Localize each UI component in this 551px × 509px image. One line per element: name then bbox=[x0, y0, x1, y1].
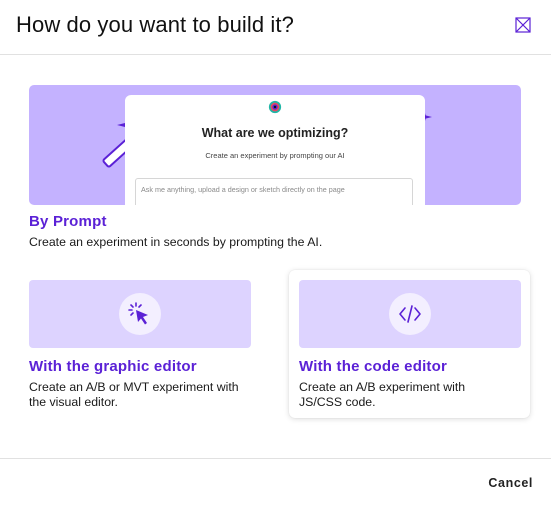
code-editor-icon-badge bbox=[389, 293, 431, 335]
code-editor-description-line-2: JS/CSS code. bbox=[299, 395, 376, 409]
graphic-editor-description-line-1: Create an A/B or MVT experiment with bbox=[29, 380, 239, 394]
code-editor-title: With the code editor bbox=[299, 358, 448, 375]
preview-prompt-input: Ask me anything, upload a design or sket… bbox=[135, 178, 413, 205]
cancel-button[interactable]: Cancel bbox=[488, 476, 533, 490]
graphic-editor-description-line-2: the visual editor. bbox=[29, 395, 118, 409]
prompt-option-title: By Prompt bbox=[29, 213, 107, 230]
graphic-editor-banner bbox=[29, 280, 251, 348]
prompt-option-card[interactable]: What are we optimizing? Create an experi… bbox=[29, 85, 521, 255]
graphic-editor-title: With the graphic editor bbox=[29, 358, 197, 375]
dialog-title: How do you want to build it? bbox=[16, 12, 294, 37]
graphic-editor-icon-badge bbox=[119, 293, 161, 335]
dialog-footer: Cancel bbox=[0, 458, 551, 509]
cursor-click-icon bbox=[128, 302, 148, 325]
preview-subheading: Create an experiment by prompting our AI bbox=[205, 151, 345, 160]
close-icon bbox=[515, 17, 531, 33]
prompt-option-description: Create an experiment in seconds by promp… bbox=[29, 235, 323, 249]
code-editor-description-line-1: Create an A/B experiment with bbox=[299, 380, 466, 394]
code-editor-banner bbox=[299, 280, 521, 348]
close-button[interactable] bbox=[515, 17, 531, 33]
ai-logo-icon bbox=[268, 100, 282, 114]
preview-heading: What are we optimizing? bbox=[201, 126, 349, 140]
code-icon bbox=[399, 305, 421, 323]
prompt-preview-window: What are we optimizing? Create an experi… bbox=[125, 95, 425, 205]
prompt-preview-banner: What are we optimizing? Create an experi… bbox=[29, 85, 521, 205]
code-editor-option-card[interactable]: With the code editor Create an A/B exper… bbox=[289, 270, 530, 418]
graphic-editor-option-card[interactable]: With the graphic editor Create an A/B or… bbox=[29, 280, 259, 420]
dialog-header: How do you want to build it? bbox=[0, 0, 551, 55]
